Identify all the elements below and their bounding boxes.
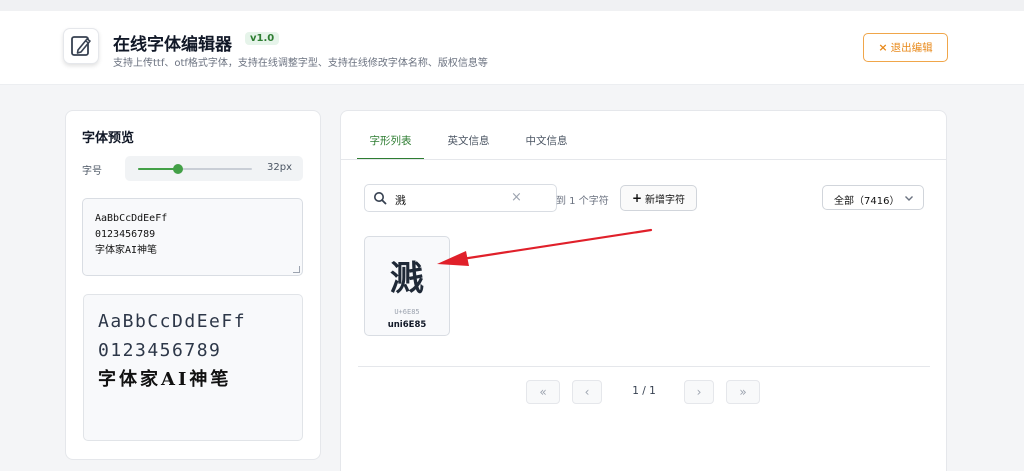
tab-chinese-info[interactable]: 中文信息	[513, 128, 580, 160]
app-subtitle: 支持上传ttf、otf格式字体，支持在线调整字型、支持在线修改字体名称、版权信息…	[113, 58, 488, 69]
pagination-divider	[358, 366, 930, 367]
resize-handle-icon[interactable]	[293, 266, 300, 273]
next-page-button[interactable]: ›	[684, 380, 714, 404]
chevron-down-icon	[905, 196, 913, 201]
glyph-search-input[interactable]: 溅 ×	[364, 184, 557, 212]
slider-thumb[interactable]	[172, 164, 183, 174]
glyph-preview: 溅	[390, 259, 424, 299]
clear-search-icon[interactable]: ×	[511, 190, 522, 205]
first-page-button[interactable]: «	[526, 380, 560, 404]
font-preview-area: AaBbCcDdEeFf 0123456789 字体家AI神笔	[83, 294, 303, 441]
sample-text-input[interactable]: AaBbCcDdEeFf 0123456789 字体家AI神笔	[82, 198, 303, 276]
font-size-value: 32px	[267, 162, 292, 173]
app-header: 在线字体编辑器 v1.0 支持上传ttf、otf格式字体，支持在线调整字型、支持…	[0, 11, 1024, 85]
editor-tabs: 字形列表 英文信息 中文信息	[357, 128, 580, 160]
exit-edit-button[interactable]: × 退出编辑	[863, 33, 948, 62]
font-size-slider[interactable]: 32px	[125, 156, 303, 181]
glyph-name: uni6E85	[387, 320, 427, 330]
tabs-divider	[341, 159, 946, 160]
glyph-unicode: U+6E85	[394, 308, 420, 316]
app-title: 在线字体编辑器	[113, 35, 232, 55]
preview-title: 字体预览	[82, 131, 135, 146]
glyph-filter-select[interactable]: 全部（7416）	[822, 185, 924, 210]
tab-glyph-list[interactable]: 字形列表	[357, 128, 424, 160]
font-size-label: 字号	[82, 166, 102, 177]
preview-line-latin: AaBbCcDdEeFf	[98, 311, 247, 332]
slider-track[interactable]	[138, 164, 252, 174]
version-badge: v1.0	[245, 32, 280, 45]
search-result-count: 到 1 个字符	[556, 196, 609, 207]
exit-edit-label: 退出编辑	[890, 42, 933, 54]
search-value: 溅	[395, 194, 406, 207]
filter-value: 全部（7416）	[834, 196, 900, 207]
last-page-button[interactable]: »	[726, 380, 760, 404]
slider-fill	[138, 168, 178, 170]
glyph-card[interactable]: 溅 U+6E85 uni6E85	[364, 236, 450, 336]
preview-line-digits: 0123456789	[98, 340, 222, 361]
add-glyph-label: 新增字符	[645, 194, 686, 206]
close-icon: ×	[878, 41, 888, 54]
preview-line-chinese: 字体家AI神笔	[98, 369, 232, 390]
plus-icon: +	[631, 191, 643, 205]
prev-page-button[interactable]: ‹	[572, 380, 602, 404]
browser-top-strip	[0, 0, 1024, 11]
tab-english-info[interactable]: 英文信息	[424, 128, 513, 160]
add-glyph-button[interactable]: + 新增字符	[620, 185, 697, 211]
search-icon	[374, 192, 387, 205]
page-indicator: 1 / 1	[632, 385, 656, 397]
app-logo-icon	[63, 28, 99, 64]
